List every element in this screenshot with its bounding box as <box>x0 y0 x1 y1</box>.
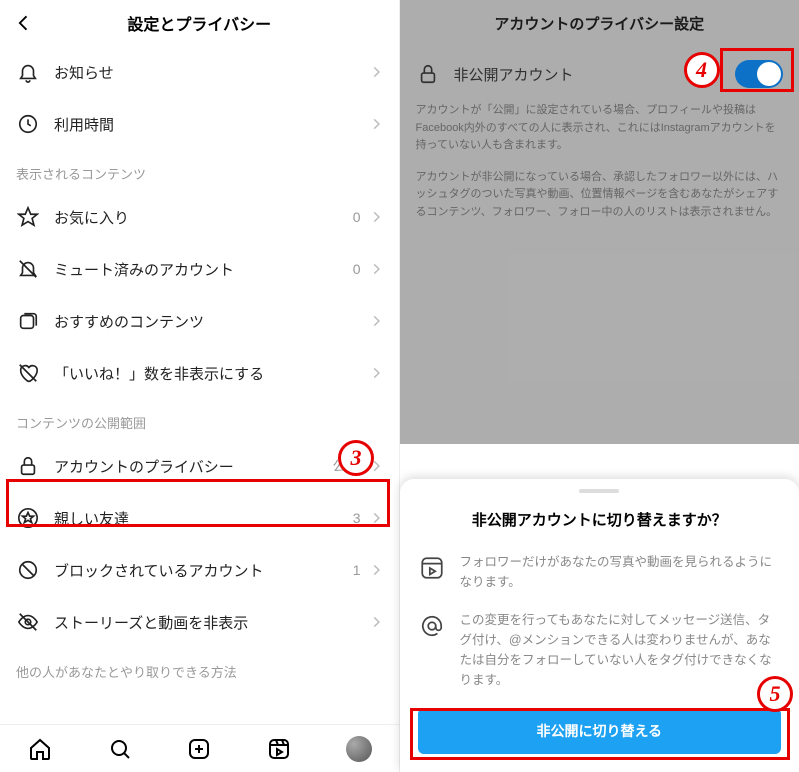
chevron-right-icon <box>369 65 383 79</box>
bottom-tabs <box>0 724 399 772</box>
row-hidelikes[interactable]: 「いいね！」数を非表示にする <box>0 347 399 399</box>
sheet-item-text: この変更を行ってもあなたに対してメッセージ送信、タグ付け、@メンションできる人は… <box>460 610 782 690</box>
sheet-handle[interactable] <box>579 489 619 493</box>
section-header: コンテンツの公開範囲 <box>0 399 399 440</box>
reels-icon <box>418 554 446 582</box>
heart-off-icon <box>16 361 40 385</box>
row-label: おすすめのコンテンツ <box>54 311 369 332</box>
eye-off-icon <box>16 610 40 634</box>
row-muted[interactable]: ミュート済みのアカウント 0 <box>0 243 399 295</box>
media-icon <box>16 309 40 333</box>
row-favorites[interactable]: お気に入り 0 <box>0 191 399 243</box>
row-value: 0 <box>353 209 361 225</box>
row-value: 1 <box>353 562 361 578</box>
tab-search[interactable] <box>107 736 133 762</box>
row-label: 「いいね！」数を非表示にする <box>54 363 369 384</box>
row-blocked[interactable]: ブロックされているアカウント 1 <box>0 544 399 596</box>
row-label: お知らせ <box>54 62 369 83</box>
section-header: 他の人があなたとやり取りできる方法 <box>0 648 399 689</box>
lock-icon <box>16 454 40 478</box>
private-toggle[interactable] <box>735 60 783 88</box>
tab-profile[interactable] <box>346 736 372 762</box>
avatar <box>346 736 372 762</box>
row-suggested[interactable]: おすすめのコンテンツ <box>0 295 399 347</box>
bell-icon <box>16 60 40 84</box>
confirm-sheet: 非公開アカウントに切り替えますか？ フォロワーだけがあなたの写真や動画を見られる… <box>400 479 799 772</box>
block-icon <box>16 558 40 582</box>
row-label: ブロックされているアカウント <box>54 560 353 581</box>
chevron-right-icon <box>369 615 383 629</box>
lock-icon <box>416 62 440 86</box>
chevron-right-icon <box>369 262 383 276</box>
star-icon <box>16 205 40 229</box>
annotation-3: 3 <box>338 440 374 476</box>
row-time[interactable]: 利用時間 <box>0 98 399 150</box>
row-label: お気に入り <box>54 207 353 228</box>
sheet-item-text: フォロワーだけがあなたの写真や動画を見られるようになります。 <box>460 552 782 592</box>
row-close-friends[interactable]: 親しい友達 3 <box>0 492 399 544</box>
row-hide-stories[interactable]: ストーリーズと動画を非表示 <box>0 596 399 648</box>
clock-icon <box>16 112 40 136</box>
section-header: 表示されるコンテンツ <box>0 150 399 191</box>
at-icon <box>418 612 446 640</box>
row-label: ミュート済みのアカウント <box>54 259 353 280</box>
row-account-privacy[interactable]: アカウントのプライバシー 公開 <box>0 440 399 492</box>
star-circle-icon <box>16 506 40 530</box>
row-private-account: 非公開アカウント <box>400 46 799 102</box>
switch-private-button[interactable]: 非公開に切り替える <box>418 708 782 754</box>
back-button[interactable] <box>12 11 36 35</box>
annotation-5: 5 <box>757 676 793 712</box>
sheet-title: 非公開アカウントに切り替えますか？ <box>418 509 782 530</box>
bell-off-icon <box>16 257 40 281</box>
row-notifications[interactable]: お知らせ <box>0 46 399 98</box>
row-value: 3 <box>353 510 361 526</box>
row-value: 0 <box>353 261 361 277</box>
page-title: 設定とプライバシー <box>0 11 399 35</box>
row-label: アカウントのプライバシー <box>54 456 333 477</box>
row-label: ストーリーズと動画を非表示 <box>54 612 369 633</box>
help-text-2: アカウントが非公開になっている場合、承認したフォロワー以外には、ハッシュタグのつ… <box>400 169 799 236</box>
chevron-right-icon <box>369 366 383 380</box>
page-title: アカウントのプライバシー設定 <box>400 13 799 34</box>
tab-add[interactable] <box>186 736 212 762</box>
help-text-1: アカウントが「公開」に設定されている場合、プロフィールや投稿はFacebook内… <box>400 102 799 169</box>
row-label: 利用時間 <box>54 114 369 135</box>
chevron-right-icon <box>369 511 383 525</box>
chevron-right-icon <box>369 210 383 224</box>
annotation-4: 4 <box>684 52 720 88</box>
tab-home[interactable] <box>27 736 53 762</box>
row-label: 親しい友達 <box>54 508 353 529</box>
tab-reels[interactable] <box>266 736 292 762</box>
chevron-right-icon <box>369 117 383 131</box>
chevron-right-icon <box>369 563 383 577</box>
chevron-right-icon <box>369 314 383 328</box>
